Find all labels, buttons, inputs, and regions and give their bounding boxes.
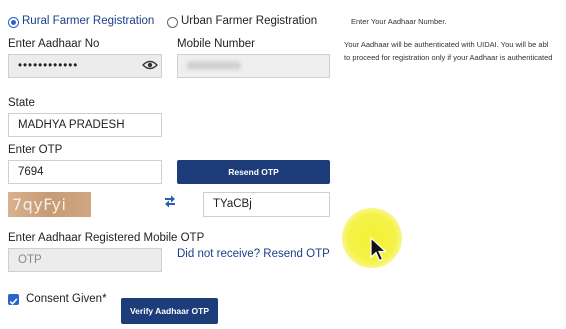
resend-otp-link[interactable]: Did not receive? Resend OTP: [177, 248, 330, 260]
verify-aadhaar-otp-button[interactable]: Verify Aadhaar OTP: [121, 298, 218, 324]
urban-farmer-label[interactable]: Urban Farmer Registration: [181, 15, 317, 27]
captcha-image: 7qyFyi: [8, 192, 91, 217]
otp-label: Enter OTP: [8, 144, 63, 156]
mouse-pointer-icon: [370, 236, 388, 268]
info-line-2: to proceed for registration only if your…: [344, 53, 553, 62]
aadhaar-value: ••••••••••••: [18, 60, 79, 72]
captcha-value: TYaCBj: [213, 198, 252, 210]
mobile-label: Mobile Number: [177, 38, 255, 50]
resend-otp-button[interactable]: Resend OTP: [177, 160, 330, 184]
aadhaar-otp-label: Enter Aadhaar Registered Mobile OTP: [8, 232, 205, 244]
otp-input[interactable]: 7694: [8, 160, 162, 184]
state-label: State: [8, 97, 35, 109]
mobile-input[interactable]: XXXXXXXX: [177, 54, 330, 78]
mobile-value: XXXXXXXX: [187, 61, 241, 72]
info-title: Enter Your Aadhaar Number.: [351, 17, 447, 26]
consent-checkbox[interactable]: [8, 294, 19, 305]
aadhaar-input[interactable]: ••••••••••••: [8, 54, 162, 78]
rural-farmer-label[interactable]: Rural Farmer Registration: [22, 15, 154, 27]
state-input[interactable]: MADHYA PRADESH: [8, 113, 162, 137]
state-value: MADHYA PRADESH: [18, 119, 125, 131]
eye-icon[interactable]: [142, 58, 158, 77]
check-icon: [9, 298, 18, 305]
rural-farmer-radio[interactable]: [8, 17, 19, 28]
consent-label: Consent Given*: [26, 293, 107, 305]
aadhaar-label: Enter Aadhaar No: [8, 38, 100, 50]
captcha-input[interactable]: TYaCBj: [203, 192, 330, 217]
urban-farmer-radio[interactable]: [167, 17, 178, 28]
otp-value: 7694: [18, 166, 44, 178]
aadhaar-otp-input[interactable]: OTP: [8, 248, 162, 272]
aadhaar-otp-placeholder: OTP: [18, 254, 42, 266]
refresh-icon[interactable]: [163, 193, 177, 214]
info-line-1: Your Aadhaar will be authenticated with …: [344, 40, 549, 49]
